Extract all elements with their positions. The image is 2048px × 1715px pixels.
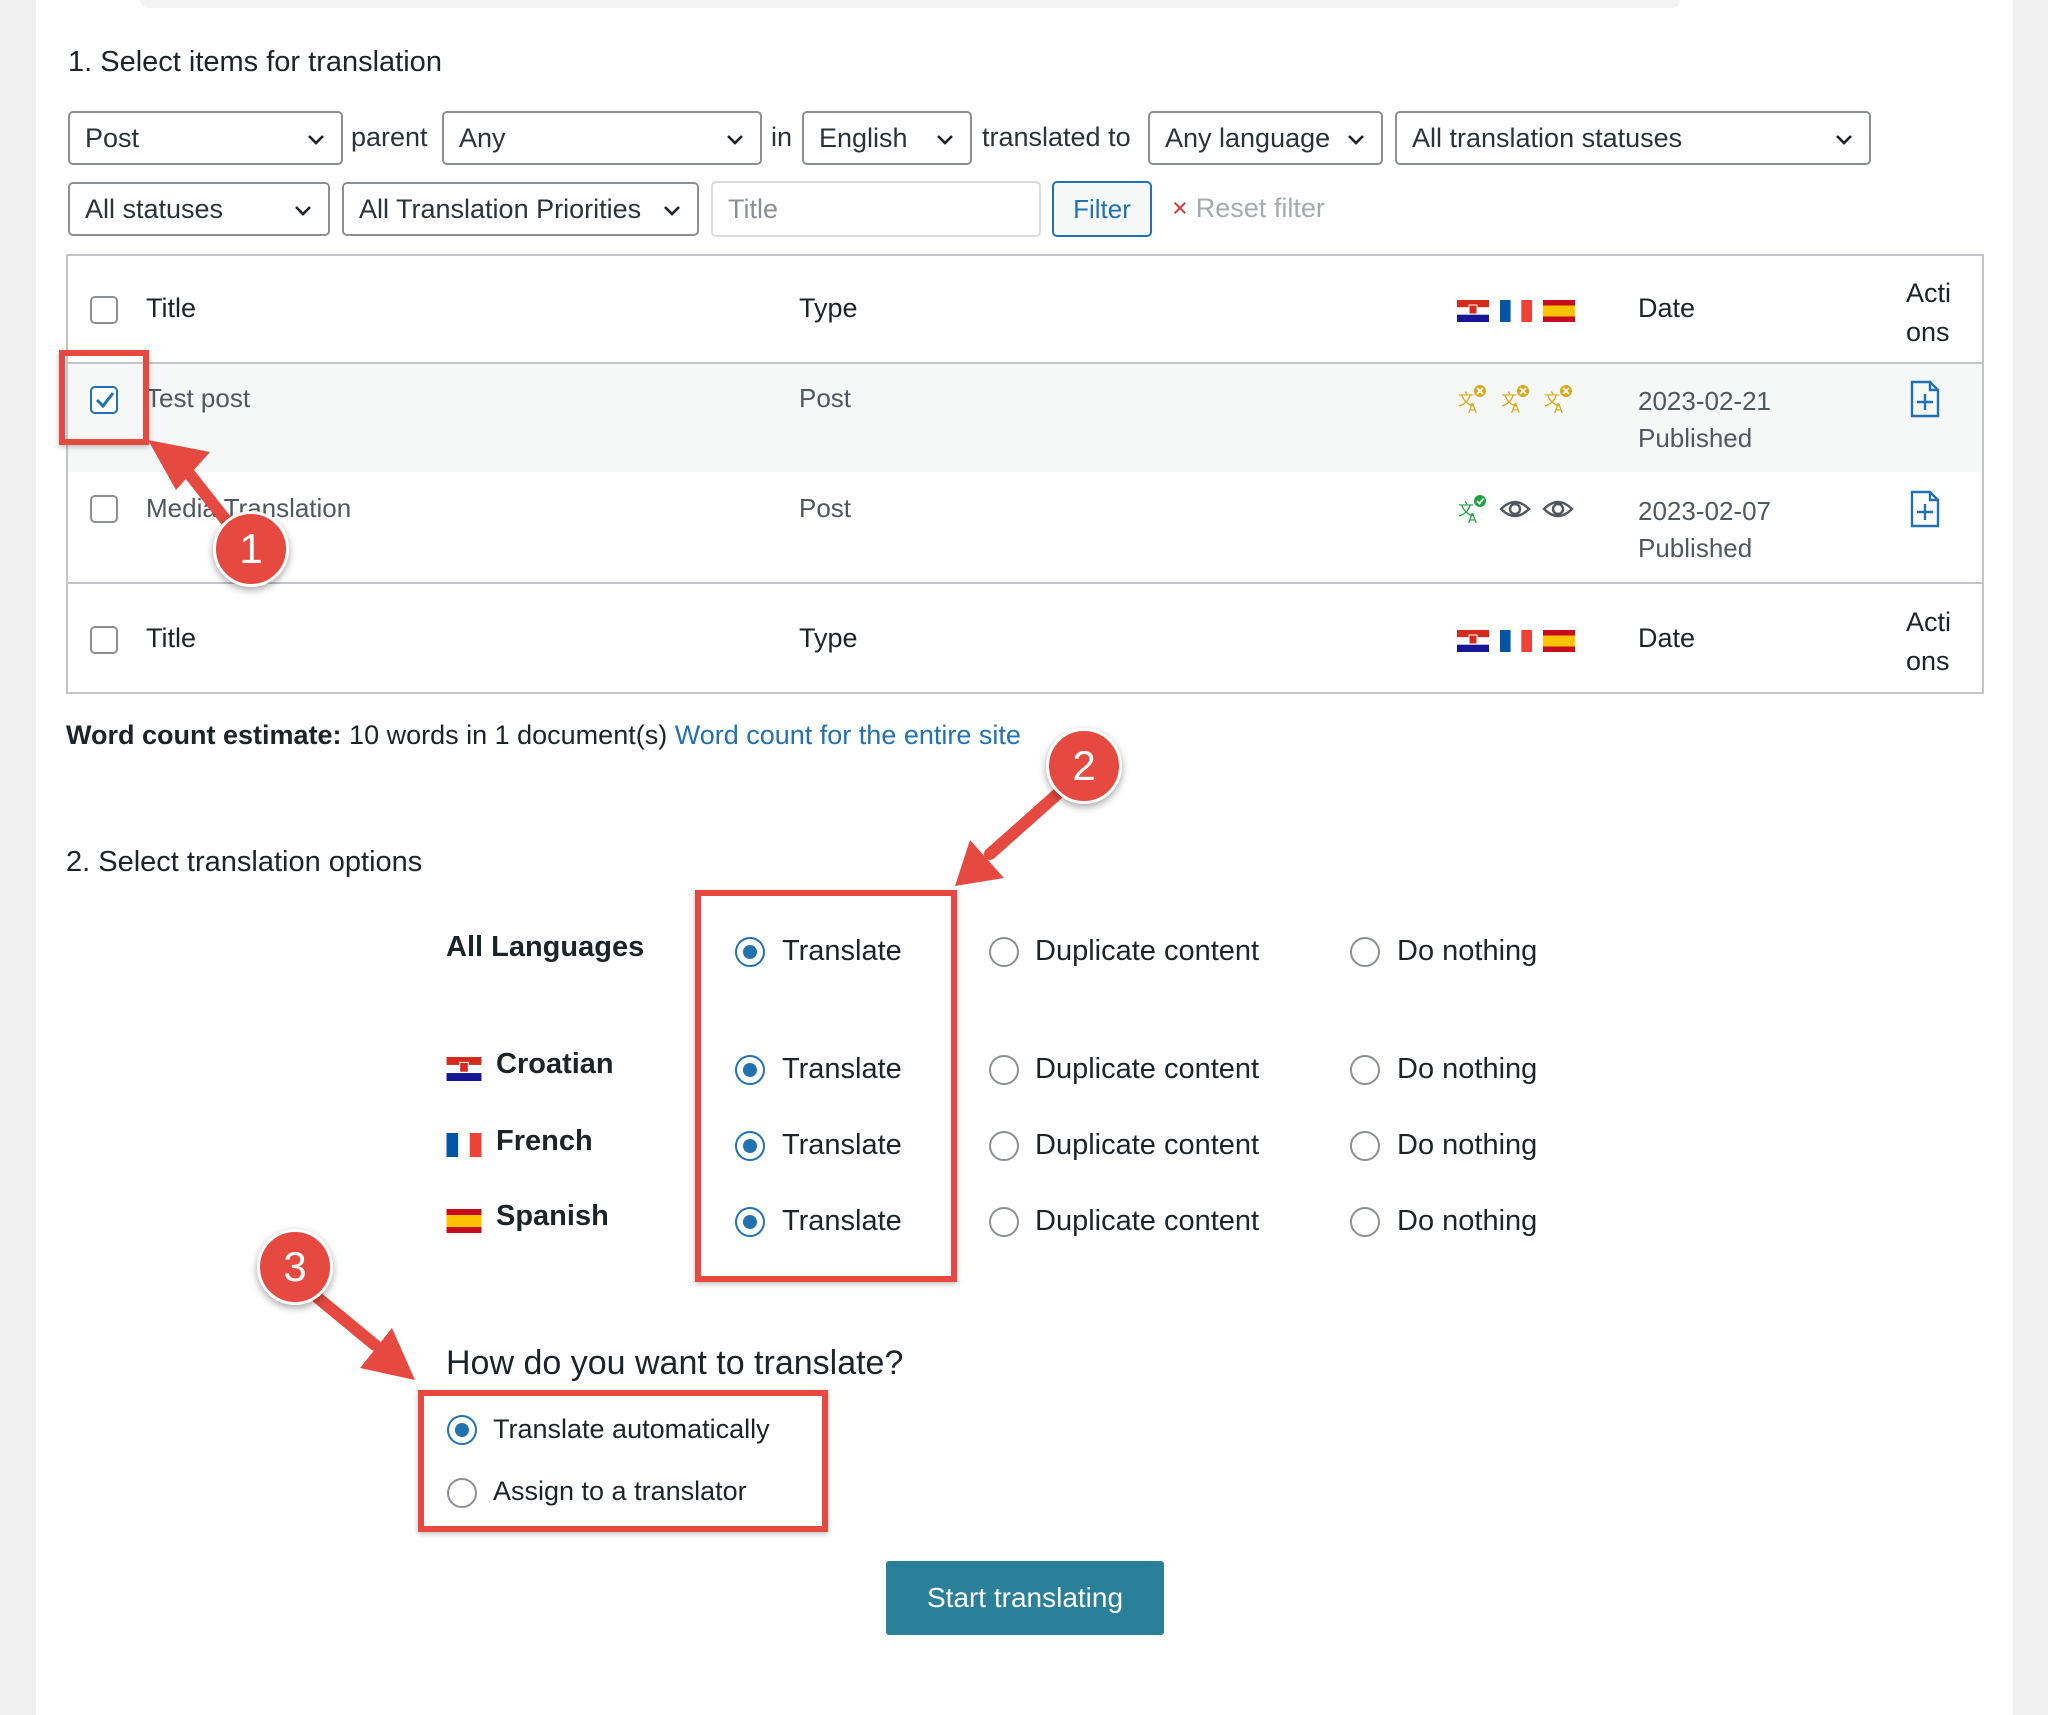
arrow-1 [148,440,238,534]
arrow-3 [312,1292,415,1380]
annotation-arrows [148,440,1068,1380]
callout-badge-2: 2 [1046,728,1122,804]
callout-badge-3: 3 [257,1229,333,1305]
callout-badge-1: 1 [213,511,289,587]
arrow-2 [955,784,1068,886]
